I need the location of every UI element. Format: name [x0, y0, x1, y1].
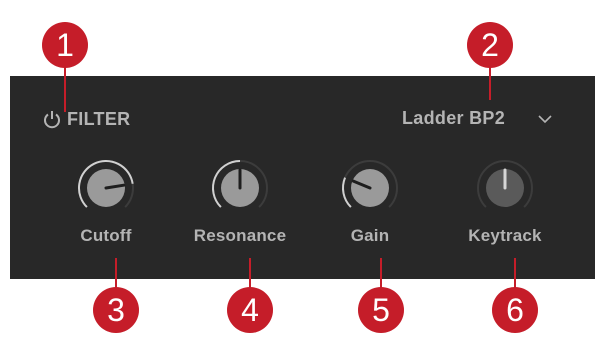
resonance-knob[interactable]: [210, 157, 270, 219]
callout-6-leader: [514, 258, 516, 288]
callout-3-leader: [115, 258, 117, 288]
filter-panel: FILTER Ladder BP2 Cutoff Resonance Gain …: [10, 76, 595, 279]
callout-6: 6: [492, 287, 538, 333]
callout-4-leader: [249, 258, 251, 288]
keytrack-label: Keytrack: [468, 226, 542, 245]
gain-knob[interactable]: [340, 157, 400, 219]
keytrack-knob[interactable]: [475, 157, 535, 219]
callout-1: 1: [42, 22, 88, 68]
callout-2: 2: [467, 22, 513, 68]
callout-3: 3: [93, 287, 139, 333]
callout-5-leader: [380, 258, 382, 288]
callout-4: 4: [227, 287, 273, 333]
cutoff-knob[interactable]: [76, 157, 136, 219]
filter-type-dropdown[interactable]: Ladder BP2: [398, 105, 568, 131]
filter-type-value: Ladder BP2: [402, 108, 506, 128]
knob-value-arc: [342, 177, 352, 208]
filter-section-title: FILTER: [67, 109, 131, 129]
callout-5: 5: [358, 287, 404, 333]
gain-label: Gain: [350, 226, 390, 245]
resonance-label: Resonance: [193, 226, 287, 245]
cutoff-label: Cutoff: [80, 226, 132, 245]
power-icon[interactable]: [41, 108, 63, 130]
chevron-down-icon: [537, 111, 553, 125]
